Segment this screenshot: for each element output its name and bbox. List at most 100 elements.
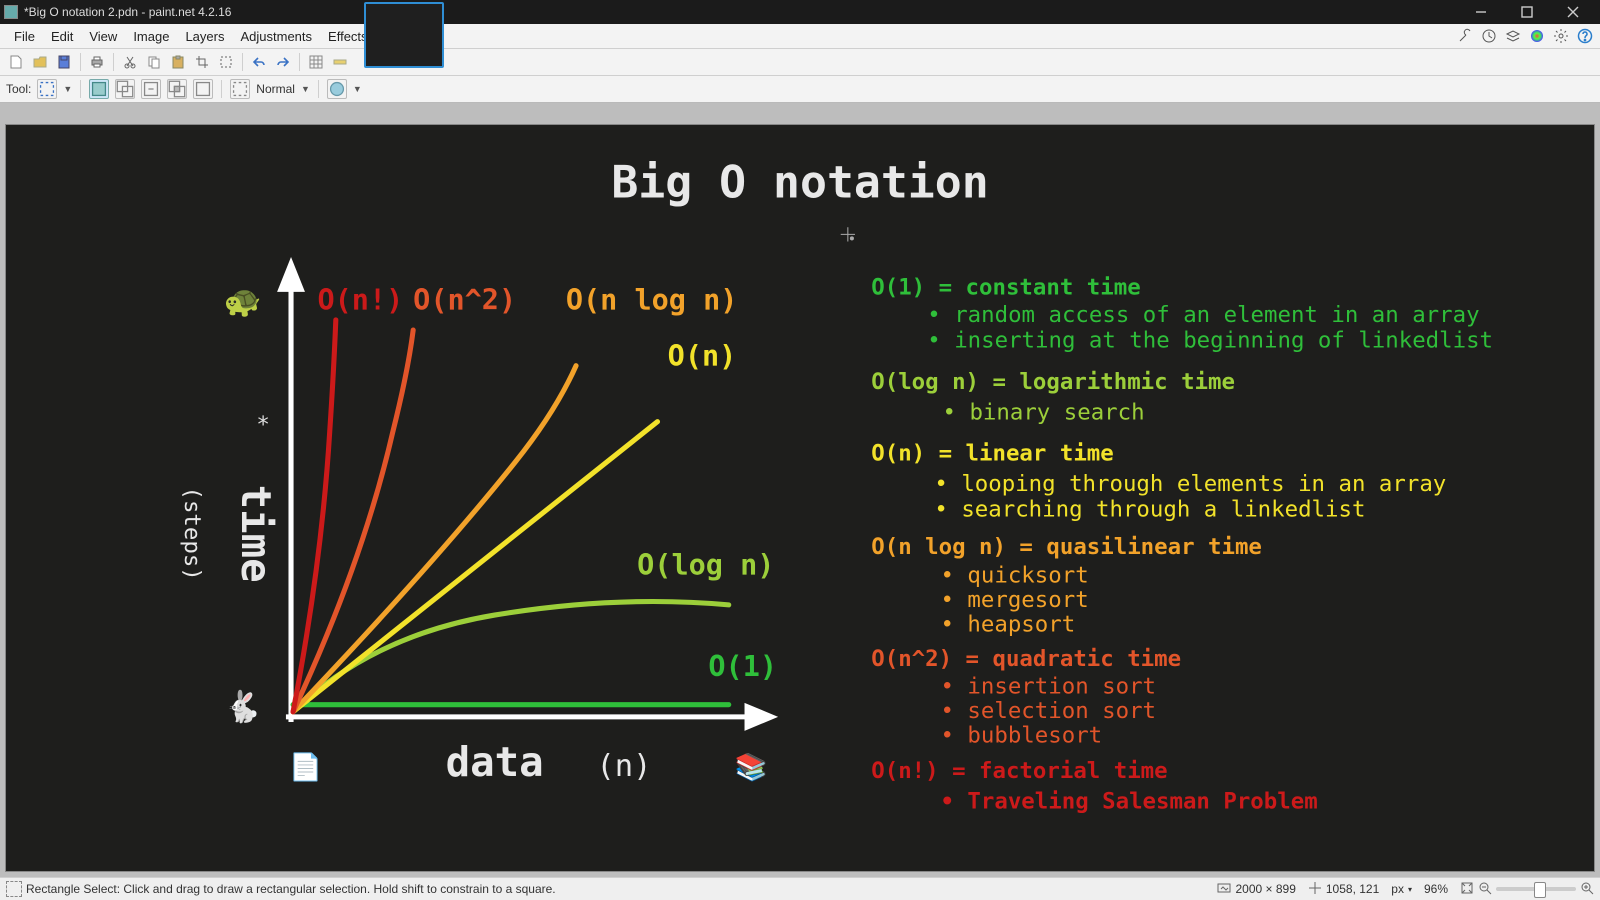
legend-olog-b1: • binary search <box>943 400 1145 426</box>
tool-options-bar: Tool: ▼ Normal ▼ ▼ <box>0 76 1600 103</box>
sel-quality-icon[interactable] <box>327 79 347 99</box>
legend-on2-head: O(n^2) = quadratic time <box>871 646 1181 672</box>
legend-onlogn-head: O(n log n) = quasilinear time <box>871 534 1262 560</box>
menubar: File Edit View Image Layers Adjustments … <box>0 24 1600 49</box>
books-icon: 📚 <box>735 752 768 784</box>
crop-icon[interactable] <box>192 52 212 72</box>
save-icon[interactable] <box>54 52 74 72</box>
x-axis-sublabel: (n) <box>596 749 651 784</box>
settings-icon[interactable] <box>1552 27 1570 45</box>
curve-on <box>293 422 657 712</box>
zoom-in-icon[interactable] <box>1580 881 1594 898</box>
document-svg: Big O notation <box>6 125 1594 871</box>
legend-on2-b2: • selection sort <box>940 698 1156 724</box>
cursor-crosshair-icon <box>841 227 855 241</box>
legend-on2-b3: • bubblesort <box>940 722 1102 748</box>
history-window-icon[interactable] <box>1480 27 1498 45</box>
cut-icon[interactable] <box>120 52 140 72</box>
status-image-size: 2000 × 899 <box>1235 882 1295 896</box>
chart-curves <box>293 320 729 712</box>
maximize-button[interactable] <box>1504 0 1550 24</box>
chevron-down-icon[interactable]: ▼ <box>63 84 72 94</box>
curve-onlogn <box>293 366 576 712</box>
x-axis-label: data <box>446 738 544 786</box>
status-cursor-pos: 1058, 121 <box>1326 882 1379 896</box>
selmode-add-icon[interactable] <box>115 79 135 99</box>
chevron-down-icon[interactable]: ▾ <box>1408 885 1412 894</box>
document-icon: 📄 <box>289 752 322 784</box>
label-on: O(n) <box>668 340 737 373</box>
legend-onf-head: O(n!) = factorial time <box>871 758 1167 784</box>
legend-o1-b1: • random access of an element in an arra… <box>927 302 1479 328</box>
app-window: *Big O notation 2.pdn - paint.net 4.2.16… <box>0 0 1600 900</box>
print-icon[interactable] <box>87 52 107 72</box>
tools-window-icon[interactable] <box>1456 27 1474 45</box>
status-hint: Rectangle Select: Click and drag to draw… <box>26 882 1205 896</box>
copy-icon[interactable] <box>144 52 164 72</box>
label-onlogn: O(n log n) <box>566 284 738 317</box>
minimize-button[interactable] <box>1458 0 1504 24</box>
layers-window-icon[interactable] <box>1504 27 1522 45</box>
curve-onfact <box>293 320 336 712</box>
document-thumbnail[interactable] <box>364 2 444 68</box>
canvas-area[interactable]: Big O notation <box>0 103 1600 877</box>
grid-icon[interactable] <box>306 52 326 72</box>
menu-layers[interactable]: Layers <box>177 27 232 46</box>
sel-mode-label: Normal <box>256 82 295 96</box>
menu-file[interactable]: File <box>6 27 43 46</box>
zoom-slider[interactable] <box>1496 887 1576 891</box>
document-canvas[interactable]: Big O notation <box>6 125 1594 871</box>
legend-o1-b2: • inserting at the beginning of linkedli… <box>927 327 1493 353</box>
statusbar: Rectangle Select: Click and drag to draw… <box>0 877 1600 900</box>
tool-icon <box>6 881 22 897</box>
chevron-down-icon[interactable]: ▼ <box>353 84 362 94</box>
status-zoom: 96% <box>1424 882 1448 896</box>
undo-icon[interactable] <box>249 52 269 72</box>
curve-on2 <box>293 330 413 712</box>
selmode-xor-icon[interactable] <box>193 79 213 99</box>
selmode-sub-icon[interactable] <box>141 79 161 99</box>
zoom-out-icon[interactable] <box>1478 881 1492 898</box>
new-icon[interactable] <box>6 52 26 72</box>
document-thumbnail-strip <box>364 2 444 76</box>
zoom-fit-icon[interactable] <box>1460 881 1474 898</box>
deselect-icon[interactable] <box>216 52 236 72</box>
rabbit-icon: 🐇 <box>224 689 262 727</box>
selmode-intersect-icon[interactable] <box>167 79 187 99</box>
window-title: *Big O notation 2.pdn - paint.net 4.2.16 <box>24 5 231 19</box>
doc-title: Big O notation <box>611 156 988 209</box>
close-button[interactable] <box>1550 0 1596 24</box>
legend-onlogn-b2: • mergesort <box>940 587 1088 613</box>
colors-window-icon[interactable] <box>1528 27 1546 45</box>
menu-image[interactable]: Image <box>125 27 177 46</box>
label-ologn: O(log n) <box>637 548 774 581</box>
label-onfact: O(n!) <box>317 284 403 317</box>
sel-shape-icon[interactable] <box>230 79 250 99</box>
app-icon <box>4 5 18 19</box>
status-unit[interactable]: px <box>1391 882 1404 896</box>
ruler-icon[interactable] <box>330 52 350 72</box>
chart-axes <box>281 264 772 727</box>
paste-icon[interactable] <box>168 52 188 72</box>
menu-view[interactable]: View <box>81 27 125 46</box>
legend-on2-b1: • insertion sort <box>940 673 1156 699</box>
chevron-down-icon[interactable]: ▼ <box>301 84 310 94</box>
svg-text:*: * <box>256 412 269 438</box>
main-toolbar <box>0 49 1600 76</box>
tool-picker[interactable] <box>37 79 57 99</box>
help-icon[interactable] <box>1576 27 1594 45</box>
legend-onf-b1: • Traveling Salesman Problem <box>940 788 1317 814</box>
label-on2: O(n^2) <box>413 284 516 317</box>
legend-olog-head: O(log n) = logarithmic time <box>871 369 1235 395</box>
y-axis-sublabel: (steps) <box>179 486 205 580</box>
open-icon[interactable] <box>30 52 50 72</box>
legend-on-b1: • looping through elements in an array <box>934 471 1446 497</box>
redo-icon[interactable] <box>273 52 293 72</box>
cursor-pos-icon <box>1308 881 1322 898</box>
legend-onlogn-b1: • quicksort <box>940 562 1088 588</box>
tool-label: Tool: <box>6 82 31 96</box>
menu-edit[interactable]: Edit <box>43 27 81 46</box>
selmode-replace-icon[interactable] <box>89 79 109 99</box>
turtle-icon: 🐢 <box>224 288 262 322</box>
menu-adjustments[interactable]: Adjustments <box>232 27 320 46</box>
